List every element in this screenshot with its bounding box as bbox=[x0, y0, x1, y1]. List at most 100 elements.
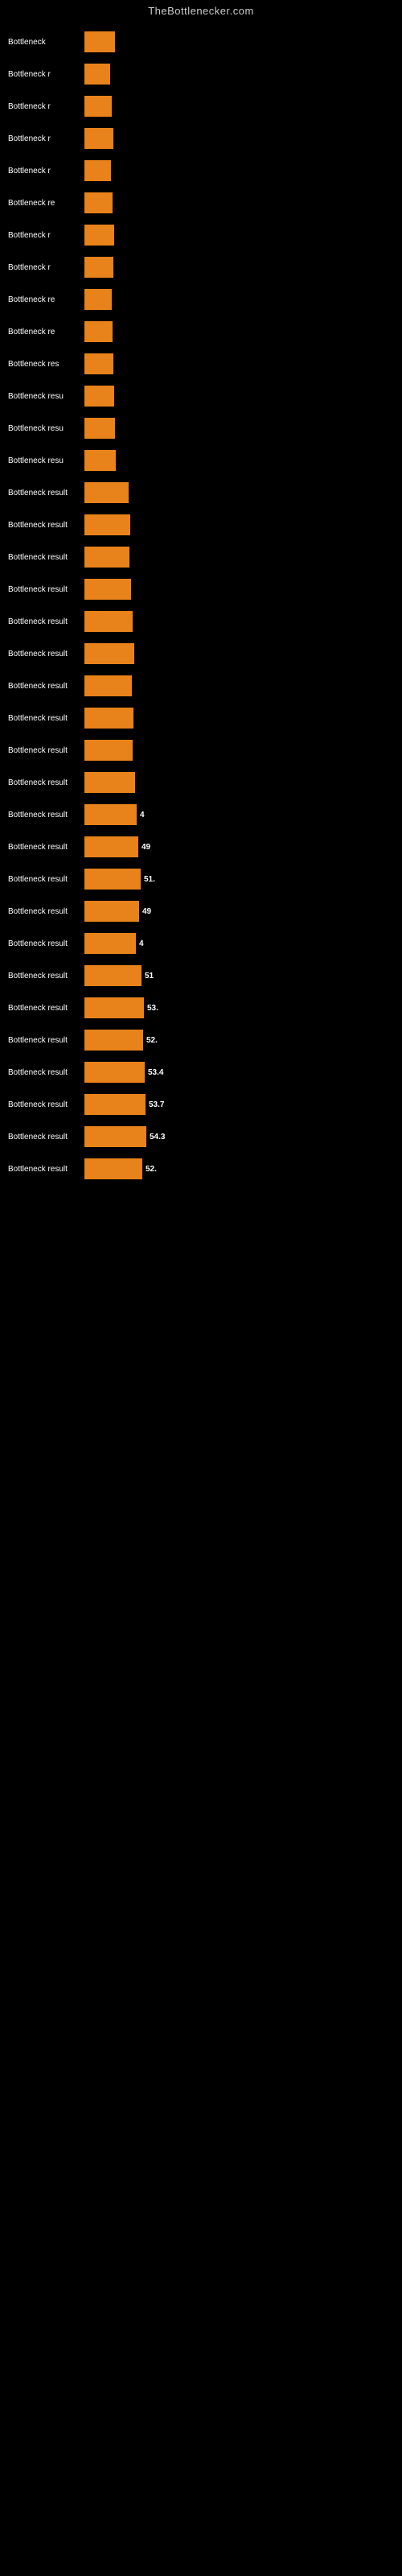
bar-container bbox=[84, 95, 394, 118]
bar-container bbox=[84, 514, 394, 536]
bar-value: 49 bbox=[142, 843, 150, 852]
bar bbox=[84, 31, 115, 52]
bar-container: 53. bbox=[84, 997, 394, 1019]
bar-row: Bottleneck result bbox=[8, 606, 394, 637]
bar-row: Bottleneck result 53.4 bbox=[8, 1057, 394, 1088]
bar bbox=[84, 128, 113, 149]
bar-row: Bottleneck re bbox=[8, 284, 394, 315]
bar-container bbox=[84, 771, 394, 794]
bar-container bbox=[84, 63, 394, 85]
bar-value: 49 bbox=[142, 907, 151, 916]
bar-container: 53.4 bbox=[84, 1061, 394, 1084]
bar bbox=[84, 257, 113, 278]
bar-row: Bottleneck result52. bbox=[8, 1154, 394, 1184]
bar-value: 52. bbox=[146, 1165, 157, 1174]
bar-value: 53.4 bbox=[148, 1068, 163, 1077]
bar-container bbox=[84, 449, 394, 472]
chart-area: BottleneckBottleneck rBottleneck rBottle… bbox=[0, 20, 402, 1194]
bar-label: Bottleneck r bbox=[8, 263, 84, 272]
bar-value: 51 bbox=[145, 972, 154, 980]
bar bbox=[84, 740, 133, 761]
bar-row: Bottleneck result bbox=[8, 767, 394, 798]
bar-label: Bottleneck r bbox=[8, 102, 84, 111]
bar-row: Bottleneck resu bbox=[8, 381, 394, 411]
bar-row: Bottleneck result53.7 bbox=[8, 1089, 394, 1120]
bar-label: Bottleneck result bbox=[8, 553, 84, 562]
bar-label: Bottleneck result bbox=[8, 843, 84, 852]
bar-row: Bottleneck result 51 bbox=[8, 960, 394, 991]
bar-value: 51. bbox=[144, 875, 155, 884]
bar-row: Bottleneck result bbox=[8, 542, 394, 572]
bar-row: Bottleneck result4 bbox=[8, 928, 394, 959]
bar bbox=[84, 579, 131, 600]
bar-container: 53.7 bbox=[84, 1093, 394, 1116]
bar bbox=[84, 965, 142, 986]
bar-row: Bottleneck r bbox=[8, 123, 394, 154]
bar bbox=[84, 933, 136, 954]
bar-label: Bottleneck result bbox=[8, 650, 84, 658]
bar bbox=[84, 482, 129, 503]
bar-container: 49 bbox=[84, 900, 394, 923]
bar-label: Bottleneck result bbox=[8, 939, 84, 948]
bar-container bbox=[84, 481, 394, 504]
bar-container bbox=[84, 675, 394, 697]
bar bbox=[84, 321, 113, 342]
bar-row: Bottleneck result54.3 bbox=[8, 1121, 394, 1152]
bar bbox=[84, 836, 138, 857]
bar-label: Bottleneck result bbox=[8, 521, 84, 530]
bar-label: Bottleneck re bbox=[8, 328, 84, 336]
bar bbox=[84, 611, 133, 632]
bar-label: Bottleneck resu bbox=[8, 424, 84, 433]
bar bbox=[84, 418, 115, 439]
bar bbox=[84, 160, 111, 181]
bar bbox=[84, 386, 114, 407]
bar-container: 51 bbox=[84, 964, 394, 987]
bar-value: 54.3 bbox=[150, 1133, 165, 1141]
bar-label: Bottleneck r bbox=[8, 167, 84, 175]
bar-label: Bottleneck result bbox=[8, 1004, 84, 1013]
bar bbox=[84, 353, 113, 374]
bar bbox=[84, 450, 116, 471]
bar bbox=[84, 772, 135, 793]
bar-value: 4 bbox=[140, 811, 145, 819]
bar-row: Bottleneck r bbox=[8, 220, 394, 250]
bar bbox=[84, 1158, 142, 1179]
bar-row: Bottleneck result 49 bbox=[8, 896, 394, 927]
bar bbox=[84, 804, 137, 825]
bar-row: Bottleneck result bbox=[8, 671, 394, 701]
bar-row: Bottleneck res bbox=[8, 349, 394, 379]
bar bbox=[84, 225, 114, 246]
bar-row: Bottleneck r bbox=[8, 252, 394, 283]
bar-container bbox=[84, 642, 394, 665]
bar-label: Bottleneck result bbox=[8, 972, 84, 980]
bar-container bbox=[84, 320, 394, 343]
bar-container: 52. bbox=[84, 1158, 394, 1180]
bar-container bbox=[84, 739, 394, 762]
bar bbox=[84, 643, 134, 664]
bar-label: Bottleneck re bbox=[8, 199, 84, 208]
bar-label: Bottleneck result bbox=[8, 489, 84, 497]
bar-row: Bottleneck result bbox=[8, 477, 394, 508]
bar-container bbox=[84, 31, 394, 53]
bar-label: Bottleneck result bbox=[8, 746, 84, 755]
bar-container bbox=[84, 127, 394, 150]
bar-label: Bottleneck resu bbox=[8, 392, 84, 401]
bar-label: Bottleneck res bbox=[8, 360, 84, 369]
bar-label: Bottleneck result bbox=[8, 1068, 84, 1077]
bar-label: Bottleneck result bbox=[8, 1036, 84, 1045]
bar bbox=[84, 96, 112, 117]
bar bbox=[84, 869, 141, 890]
bar-container bbox=[84, 224, 394, 246]
bar-row: Bottleneck result bbox=[8, 510, 394, 540]
bar-container bbox=[84, 610, 394, 633]
bar-container bbox=[84, 578, 394, 601]
bar-label: Bottleneck resu bbox=[8, 456, 84, 465]
bar-container: 54.3 bbox=[84, 1125, 394, 1148]
bar-label: Bottleneck result bbox=[8, 907, 84, 916]
bar-value: 53. bbox=[147, 1004, 158, 1013]
bar-row: Bottleneck result4 bbox=[8, 799, 394, 830]
bar-container bbox=[84, 353, 394, 375]
bar bbox=[84, 192, 113, 213]
bar-row: Bottleneck r bbox=[8, 91, 394, 122]
bar-label: Bottleneck result bbox=[8, 875, 84, 884]
